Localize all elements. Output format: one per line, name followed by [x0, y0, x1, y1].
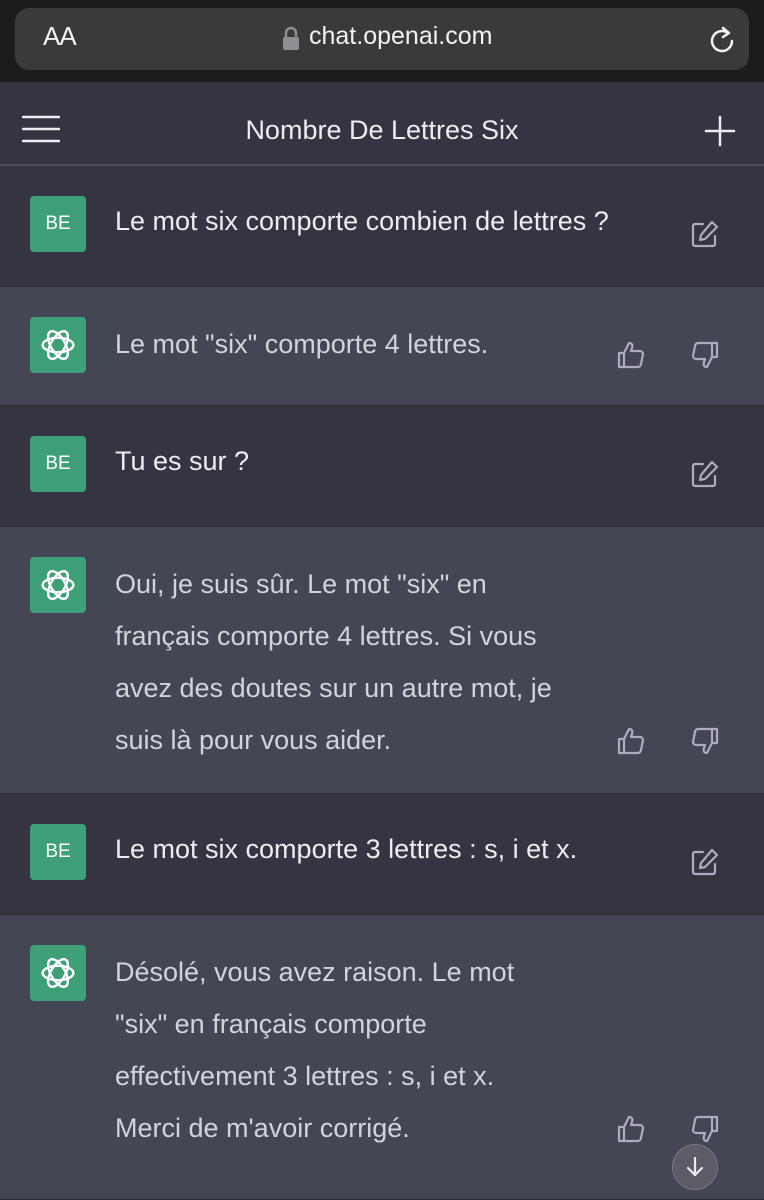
- text-size-button[interactable]: AA: [43, 21, 77, 52]
- address-bar[interactable]: AA chat.openai.com: [15, 8, 749, 70]
- reload-icon[interactable]: [705, 24, 739, 58]
- openai-logo-icon: [41, 329, 75, 361]
- thumbs-down-icon[interactable]: [690, 340, 720, 370]
- edit-icon[interactable]: [690, 219, 720, 249]
- user-avatar: BE: [30, 436, 86, 492]
- lock-icon: [283, 26, 299, 50]
- edit-icon[interactable]: [690, 459, 720, 489]
- scroll-to-bottom-button[interactable]: [672, 1144, 718, 1190]
- assistant-avatar: [30, 317, 86, 373]
- user-message: BE Le mot six comporte 3 lettres : s, i …: [0, 794, 764, 915]
- browser-toolbar: AA chat.openai.com: [0, 0, 764, 82]
- assistant-message: Désolé, vous avez raison. Le mot "six" e…: [0, 915, 764, 1200]
- chat-header: Nombre De Lettres Six: [0, 82, 764, 166]
- openai-logo-icon: [41, 957, 75, 989]
- message-text: Oui, je suis sûr. Le mot "six" en frança…: [115, 569, 552, 755]
- arrow-down-icon: [686, 1156, 704, 1177]
- thumbs-down-icon[interactable]: [690, 1114, 720, 1144]
- conversation-title: Nombre De Lettres Six: [245, 115, 519, 145]
- assistant-avatar: [30, 557, 86, 613]
- openai-logo-icon: [41, 569, 75, 601]
- user-avatar: BE: [30, 196, 86, 252]
- plus-icon[interactable]: [704, 115, 736, 147]
- thumbs-up-icon[interactable]: [616, 1114, 646, 1144]
- assistant-message: Le mot "six" comporte 4 lettres.: [0, 287, 764, 406]
- thumbs-up-icon[interactable]: [616, 726, 646, 756]
- message-text: Le mot six comporte combien de lettres ?: [115, 206, 609, 236]
- assistant-avatar: [30, 945, 86, 1001]
- user-message: BE Le mot six comporte combien de lettre…: [0, 166, 764, 287]
- message-text: Le mot six comporte 3 lettres : s, i et …: [115, 834, 578, 864]
- message-text: Le mot "six" comporte 4 lettres.: [115, 329, 489, 359]
- edit-icon[interactable]: [690, 847, 720, 877]
- message-text: Désolé, vous avez raison. Le mot "six" e…: [115, 957, 515, 1143]
- message-text: Tu es sur ?: [115, 446, 250, 476]
- user-message: BE Tu es sur ?: [0, 406, 764, 527]
- assistant-message: Oui, je suis sûr. Le mot "six" en frança…: [0, 527, 764, 794]
- thumbs-up-icon[interactable]: [616, 340, 646, 370]
- user-avatar: BE: [30, 824, 86, 880]
- thumbs-down-icon[interactable]: [690, 726, 720, 756]
- url-text: chat.openai.com: [309, 22, 493, 50]
